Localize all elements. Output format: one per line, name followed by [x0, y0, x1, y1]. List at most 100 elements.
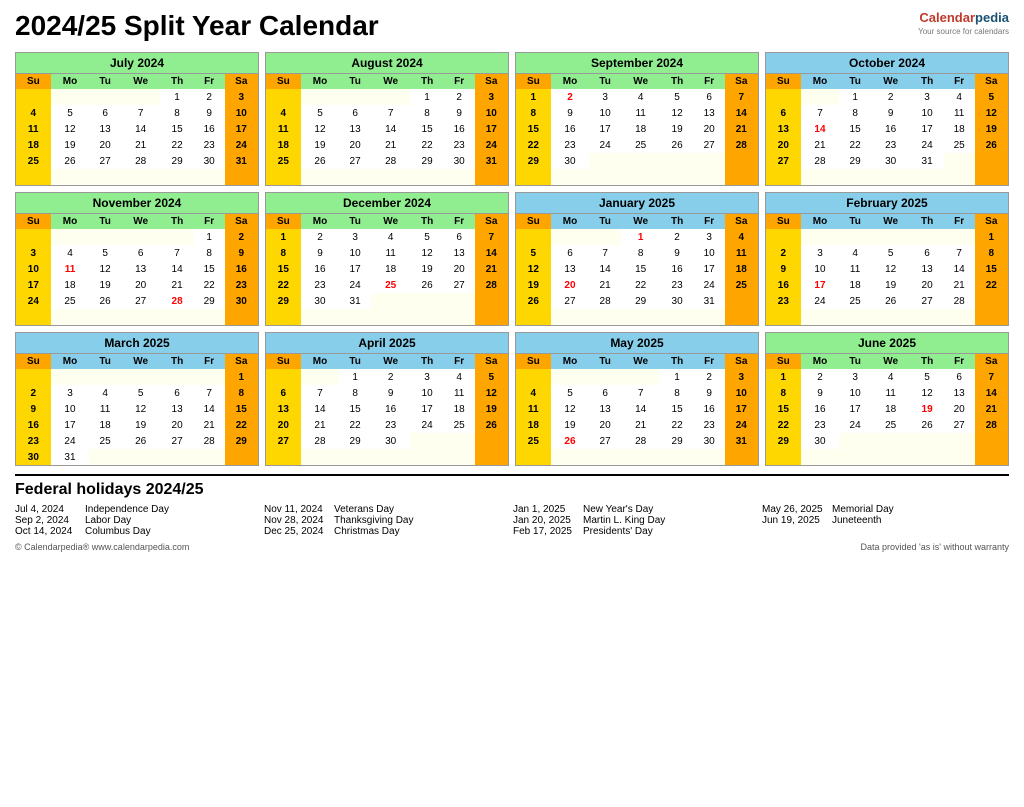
day-cell: 8	[975, 245, 1008, 261]
calendar-march-2025: March 2025SuMoTuWeThFrSa1234567891011121…	[15, 332, 259, 466]
day-cell: 26	[975, 137, 1008, 153]
week-row: 25262728293031	[516, 433, 758, 449]
week-row: 3031	[16, 449, 258, 465]
day-cell: 8	[339, 385, 371, 401]
day-header-we: We	[121, 354, 160, 369]
day-header-we: We	[871, 214, 910, 229]
week-row: 1234567	[266, 229, 508, 245]
day-cell	[371, 293, 410, 309]
week-row: 18192021222324	[16, 137, 258, 153]
week-row: 6789101112	[766, 105, 1008, 121]
day-cell: 8	[516, 105, 551, 121]
week-row: 11121314151617	[266, 121, 508, 137]
day-cell: 17	[725, 401, 758, 417]
day-header-mo: Mo	[551, 214, 590, 229]
week-row: 11121314151617	[516, 401, 758, 417]
day-cell: 13	[910, 261, 943, 277]
day-cell	[839, 169, 871, 185]
day-header-mo: Mo	[301, 354, 340, 369]
week-row	[766, 309, 1008, 325]
day-cell: 12	[410, 245, 443, 261]
day-header-sa: Sa	[725, 74, 758, 89]
day-cell: 21	[589, 277, 621, 293]
day-header-fr: Fr	[944, 74, 975, 89]
day-header-su: Su	[766, 74, 801, 89]
day-cell	[266, 449, 301, 465]
day-cell: 19	[975, 121, 1008, 137]
holiday-date: Jun 19, 2025	[762, 515, 827, 526]
day-header-fr: Fr	[444, 354, 475, 369]
day-cell	[475, 169, 508, 185]
day-cell: 23	[301, 277, 340, 293]
day-cell: 4	[16, 105, 51, 121]
day-cell: 18	[444, 401, 475, 417]
holiday-entry: Jul 4, 2024Independence Day	[15, 504, 262, 515]
day-cell: 21	[944, 277, 975, 293]
day-cell	[621, 169, 660, 185]
day-cell: 2	[371, 369, 410, 385]
day-cell: 1	[660, 369, 693, 385]
day-header-tu: Tu	[89, 214, 121, 229]
day-cell: 29	[225, 433, 258, 449]
day-cell: 3	[725, 369, 758, 385]
day-cell	[301, 369, 340, 385]
day-cell: 9	[225, 245, 258, 261]
day-cell: 9	[694, 385, 725, 401]
day-header-mo: Mo	[801, 74, 840, 89]
week-row: 15161718192021	[766, 401, 1008, 417]
day-header-th: Th	[910, 214, 943, 229]
day-cell	[725, 153, 758, 169]
day-cell: 9	[371, 385, 410, 401]
day-cell: 7	[301, 385, 340, 401]
day-cell: 10	[475, 105, 508, 121]
day-cell	[621, 369, 660, 385]
day-cell: 23	[766, 293, 801, 309]
day-cell	[475, 433, 508, 449]
day-cell	[475, 309, 508, 325]
day-cell	[371, 449, 410, 465]
day-cell: 19	[89, 277, 121, 293]
day-cell: 3	[839, 369, 871, 385]
week-row: 16171819202122	[766, 277, 1008, 293]
holiday-name: Martin L. King Day	[583, 515, 665, 526]
day-cell: 5	[551, 385, 590, 401]
day-header-su: Su	[16, 74, 51, 89]
day-cell	[975, 309, 1008, 325]
day-cell: 15	[225, 401, 258, 417]
day-cell	[51, 229, 90, 245]
day-cell: 15	[194, 261, 225, 277]
calendar-title: July 2024	[16, 53, 258, 74]
day-header-we: We	[121, 74, 160, 89]
week-row: 123	[516, 369, 758, 385]
week-row: 1234567	[766, 369, 1008, 385]
calendar-title: November 2024	[16, 193, 258, 214]
day-cell: 15	[160, 121, 193, 137]
holiday-entry: May 26, 2025Memorial Day	[762, 504, 1009, 515]
day-cell: 21	[801, 137, 840, 153]
day-cell: 7	[194, 385, 225, 401]
day-cell: 16	[766, 277, 801, 293]
day-cell: 10	[725, 385, 758, 401]
day-cell	[194, 169, 225, 185]
day-cell	[516, 369, 551, 385]
day-header-sa: Sa	[975, 74, 1008, 89]
day-cell: 21	[621, 417, 660, 433]
day-cell: 1	[339, 369, 371, 385]
day-cell: 24	[694, 277, 725, 293]
day-cell	[225, 169, 258, 185]
day-cell: 25	[516, 433, 551, 449]
week-row: 27282930	[266, 433, 508, 449]
day-header-we: We	[871, 74, 910, 89]
day-cell: 3	[225, 89, 258, 105]
day-header-th: Th	[910, 354, 943, 369]
day-cell: 27	[121, 293, 160, 309]
day-cell	[551, 229, 590, 245]
day-cell	[301, 169, 340, 185]
day-cell	[801, 309, 840, 325]
day-header-mo: Mo	[51, 354, 90, 369]
day-cell: 17	[801, 277, 840, 293]
day-header-tu: Tu	[839, 214, 871, 229]
day-cell: 20	[444, 261, 475, 277]
day-cell: 4	[444, 369, 475, 385]
day-header-th: Th	[160, 354, 193, 369]
